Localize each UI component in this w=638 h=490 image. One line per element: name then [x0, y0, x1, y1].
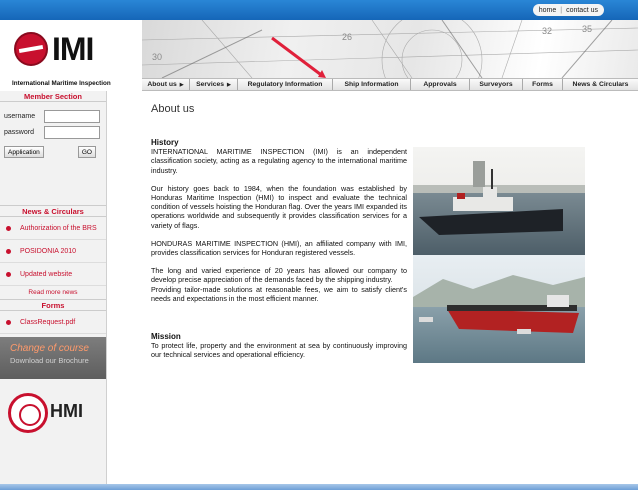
bottom-bar — [0, 484, 638, 490]
home-link[interactable]: home — [539, 7, 557, 14]
top-bar: home | contact us — [0, 0, 638, 20]
brochure-download: Download our Brochure — [10, 356, 89, 365]
nav-arrow-icon: ▶ — [179, 82, 184, 88]
about-text: History INTERNATIONAL MARITIME INSPECTIO… — [151, 138, 407, 369]
member-section-title: Member Section — [0, 91, 106, 102]
read-more-news-link[interactable]: Read more news — [0, 286, 106, 300]
go-button[interactable]: GO — [77, 146, 96, 158]
page-title: About us — [151, 103, 195, 115]
bullet-icon — [6, 319, 11, 325]
svg-text:35: 35 — [582, 24, 592, 34]
logo-globe-icon — [14, 32, 48, 66]
form-item[interactable]: ClassRequest.pdf — [0, 311, 106, 334]
svg-text:32: 32 — [542, 26, 552, 36]
username-input[interactable] — [44, 109, 100, 123]
nav-approvals[interactable]: Approvals — [411, 79, 470, 90]
header: IMI International Maritime Inspection 32… — [0, 20, 638, 87]
left-sidebar: Member Section username password Applica… — [0, 91, 107, 490]
banner-graphic: 32 35 30 26 — [142, 20, 638, 78]
top-links-separator: | — [560, 6, 563, 14]
brochure-headline: Change of course — [10, 343, 89, 354]
paragraph: INTERNATIONAL MARITIME INSPECTION (IMI) … — [151, 147, 407, 175]
username-row: username — [0, 108, 106, 124]
top-links: home | contact us — [532, 4, 604, 16]
forms-section-title: Forms — [0, 300, 106, 311]
bullet-icon — [6, 271, 11, 277]
paragraph: Our history goes back to 1984, when the … — [151, 183, 407, 230]
password-input[interactable] — [44, 125, 100, 139]
username-label: username — [4, 112, 36, 120]
hmi-seal-icon — [8, 393, 48, 433]
nav-ship-information[interactable]: Ship Information — [333, 79, 411, 90]
brochure-banner[interactable]: Change of course Download our Brochure — [0, 337, 106, 379]
main-content: About us History INTERNATIONAL MARITIME … — [108, 91, 638, 490]
paragraph: Providing tailor-made solutions at reaso… — [151, 284, 407, 303]
logo-title: IMI — [52, 31, 94, 67]
news-item[interactable]: Updated website — [0, 263, 106, 286]
ships-photo — [413, 147, 585, 363]
bullet-icon — [6, 248, 11, 254]
nav-news-circulars[interactable]: News & Circulars — [563, 79, 638, 90]
nautical-chart-banner: 32 35 30 26 — [142, 20, 638, 78]
ships-photo-graphic — [413, 147, 585, 363]
news-section-title: News & Circulars — [0, 206, 106, 217]
nav-forms[interactable]: Forms — [523, 79, 563, 90]
paragraph: HONDURAS MARITIME INSPECTION (HMI), an a… — [151, 238, 407, 258]
paragraph: The long and varied experience of 20 yea… — [151, 266, 407, 285]
main-nav: About us ▶ Services ▶ Regulatory Informati… — [142, 78, 638, 91]
logo[interactable]: IMI International Maritime Inspection — [10, 30, 140, 87]
svg-text:30: 30 — [152, 52, 162, 62]
nav-services[interactable]: Services ▶ — [190, 79, 238, 90]
nav-arrow-icon: ▶ — [227, 82, 231, 88]
history-heading: History — [151, 138, 179, 147]
mission-text: To protect life, property and the enviro… — [151, 341, 407, 360]
svg-text:26: 26 — [342, 32, 352, 42]
password-row: password — [0, 124, 106, 140]
news-item[interactable]: Authorization of the BRS — [0, 217, 106, 240]
application-button[interactable]: Application — [4, 146, 44, 158]
contact-link[interactable]: contact us — [566, 7, 598, 14]
password-label: password — [4, 128, 34, 136]
nav-surveyors[interactable]: Surveyors — [470, 79, 523, 90]
mission-heading: Mission — [151, 332, 181, 342]
nav-regulatory-information[interactable]: Regulatory Information — [238, 79, 333, 90]
hmi-logo-text: HMI — [50, 401, 83, 421]
bullet-icon — [6, 225, 11, 231]
nav-about-us[interactable]: About us ▶ — [142, 79, 190, 90]
logo-subtitle: International Maritime Inspection — [12, 80, 111, 87]
news-item[interactable]: POSIDONIA 2010 — [0, 240, 106, 263]
